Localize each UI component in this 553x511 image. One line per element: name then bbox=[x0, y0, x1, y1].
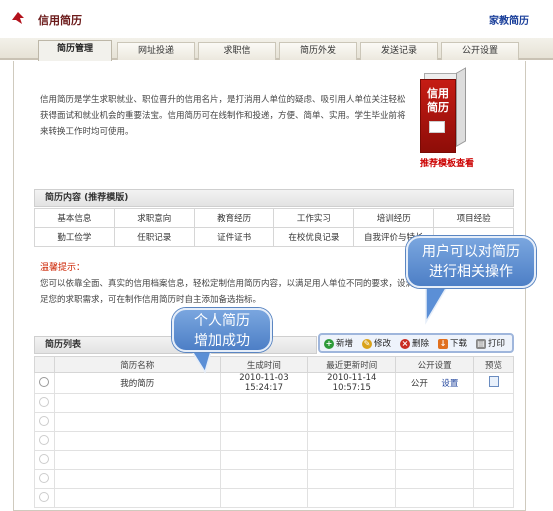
row-created: 2010-11-03 15:24:17 bbox=[219, 372, 309, 394]
download-icon: ↓ bbox=[438, 339, 448, 349]
resume-table: 简历名称 生成时间 最近更新时间 公开设置 预览 我的简历 2010-11-03… bbox=[34, 356, 514, 508]
content-item-honors[interactable]: 在校优良记录 bbox=[273, 227, 355, 247]
table-row bbox=[34, 412, 514, 432]
edit-icon: ✎ bbox=[362, 339, 372, 349]
row-select-radio[interactable] bbox=[39, 491, 50, 502]
row-public-cell: 公开 设置 bbox=[395, 372, 475, 394]
download-button[interactable]: ↓ 下载 bbox=[438, 338, 467, 351]
tab-resume-send[interactable]: 简历外发 bbox=[279, 42, 357, 60]
table-row bbox=[34, 431, 514, 451]
download-label: 下载 bbox=[450, 339, 468, 349]
table-row bbox=[34, 488, 514, 508]
table-row bbox=[34, 393, 514, 413]
callout-operate: 用户可以对简历 进行相关操作 bbox=[406, 236, 536, 288]
callout-success-text: 个人简历 增加成功 bbox=[194, 313, 250, 349]
col-created: 生成时间 bbox=[219, 356, 309, 373]
content-item-positions[interactable]: 任职记录 bbox=[113, 227, 195, 247]
edit-label: 修改 bbox=[374, 339, 392, 349]
row-public-status: 公开 bbox=[410, 379, 428, 389]
tab-url-delivery[interactable]: 网址投递 bbox=[117, 42, 195, 60]
book-seal-icon bbox=[429, 121, 445, 133]
row-select-radio[interactable] bbox=[39, 434, 50, 445]
add-button[interactable]: + 新增 bbox=[324, 338, 353, 351]
content-item-projects[interactable]: 项目经验 bbox=[433, 208, 514, 228]
delete-button[interactable]: × 删除 bbox=[400, 338, 429, 351]
edit-button[interactable]: ✎ 修改 bbox=[362, 338, 391, 351]
preview-icon[interactable] bbox=[488, 376, 499, 387]
tip-text: 您可以依靠全面、真实的信用档案信息，轻松定制信用简历内容，以满足用人单位不同的要… bbox=[40, 279, 415, 305]
content-item-education[interactable]: 教育经历 bbox=[193, 208, 275, 228]
content-item-job-intention[interactable]: 求职意向 bbox=[113, 208, 195, 228]
tip-title: 温馨提示： bbox=[40, 263, 86, 273]
row-name: 我的简历 bbox=[53, 372, 221, 394]
top-bar: 信用简历 家教简历 bbox=[0, 0, 553, 38]
delete-icon: × bbox=[400, 339, 410, 349]
tab-bar: 简历管理 网址投递 求职信 简历外发 发送记录 公开设置 bbox=[0, 38, 553, 61]
col-name: 简历名称 bbox=[53, 356, 221, 373]
row-select-radio[interactable] bbox=[39, 396, 50, 407]
print-button[interactable]: ▤ 打印 bbox=[476, 338, 505, 351]
row-settings-link[interactable]: 设置 bbox=[441, 379, 458, 389]
row-updated: 2010-11-14 10:57:15 bbox=[307, 372, 397, 394]
tab-public-settings[interactable]: 公开设置 bbox=[441, 42, 519, 60]
tab-cover-letter[interactable]: 求职信 bbox=[198, 42, 276, 60]
book-spine bbox=[456, 67, 466, 147]
row-select-radio[interactable] bbox=[39, 376, 50, 387]
tab-send-records[interactable]: 发送记录 bbox=[360, 42, 438, 60]
resume-book-image[interactable]: 信用简历 bbox=[420, 67, 466, 153]
col-public: 公开设置 bbox=[395, 356, 475, 373]
content-item-basic-info[interactable]: 基本信息 bbox=[34, 208, 115, 228]
col-updated: 最近更新时间 bbox=[307, 356, 397, 373]
content-item-training[interactable]: 培训经历 bbox=[353, 208, 435, 228]
content-item-certificates[interactable]: 证件证书 bbox=[193, 227, 275, 247]
callout-operate-text: 用户可以对简历 进行相关操作 bbox=[422, 244, 520, 280]
print-label: 打印 bbox=[488, 339, 506, 349]
table-row bbox=[34, 469, 514, 489]
brand-logo-icon bbox=[12, 12, 24, 24]
page-title: 信用简历 bbox=[38, 14, 82, 27]
row-select-radio[interactable] bbox=[39, 472, 50, 483]
table-header-row: 简历名称 生成时间 最近更新时间 公开设置 预览 bbox=[34, 356, 514, 373]
delete-label: 删除 bbox=[412, 339, 430, 349]
content-item-internship[interactable]: 工作实习 bbox=[273, 208, 355, 228]
recommend-template-link[interactable]: 推荐模板查看 bbox=[420, 156, 474, 169]
callout-success: 个人简历 增加成功 bbox=[172, 308, 272, 352]
add-icon: + bbox=[324, 339, 334, 349]
tutor-resume-link[interactable]: 家教简历 bbox=[489, 12, 529, 27]
tab-resume-management[interactable]: 简历管理 bbox=[38, 40, 112, 61]
content-item-work-study[interactable]: 勤工俭学 bbox=[34, 227, 115, 247]
col-select bbox=[34, 356, 55, 373]
row-select-radio[interactable] bbox=[39, 453, 50, 464]
content-section-header: 简历内容 (推荐模版) bbox=[34, 189, 514, 207]
book-title: 信用简历 bbox=[427, 87, 449, 114]
resume-toolbar: + 新增 ✎ 修改 × 删除 ↓ 下载 ▤ 打印 bbox=[318, 333, 514, 353]
add-label: 新增 bbox=[336, 339, 354, 349]
table-row bbox=[34, 450, 514, 470]
intro-text: 信用简历是学生求职就业、职位晋升的信用名片，是打消用人单位的疑虑、吸引用人单位关… bbox=[40, 95, 406, 137]
col-preview: 预览 bbox=[473, 356, 514, 373]
row-select-radio[interactable] bbox=[39, 415, 50, 426]
print-icon: ▤ bbox=[476, 339, 486, 349]
table-row[interactable]: 我的简历 2010-11-03 15:24:17 2010-11-14 10:5… bbox=[34, 372, 514, 394]
